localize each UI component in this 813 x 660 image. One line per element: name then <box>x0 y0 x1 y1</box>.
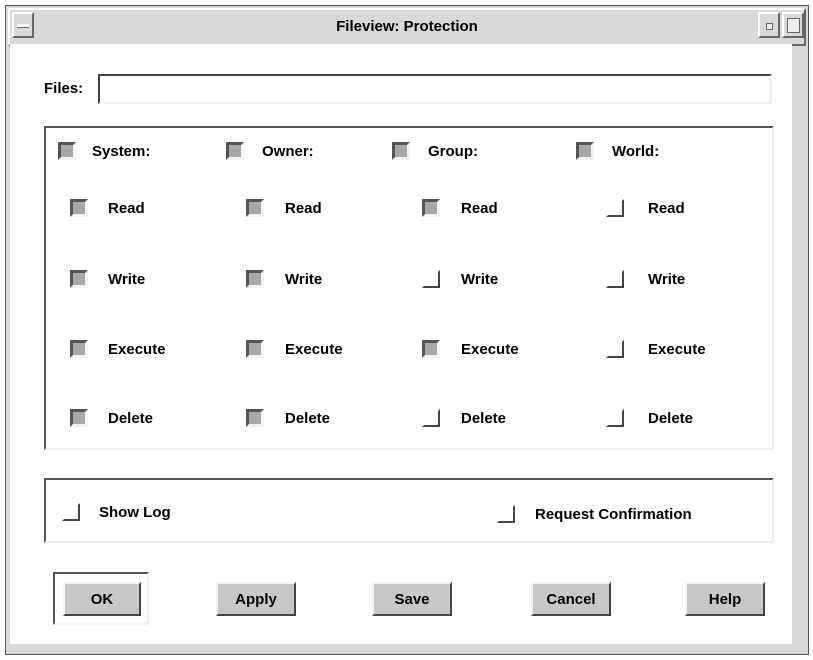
system-delete-checkbox[interactable] <box>70 409 88 427</box>
world-read-label: Read <box>648 200 685 217</box>
system-execute-label: Execute <box>108 341 166 358</box>
show-log-label: Show Log <box>99 504 171 521</box>
group-execute-label: Execute <box>461 341 519 358</box>
title-bar[interactable]: Fileview: Protection <box>8 8 806 46</box>
owner-checkbox[interactable] <box>226 142 244 160</box>
request-confirmation-label: Request Confirmation <box>535 506 692 523</box>
system-execute-checkbox[interactable] <box>70 340 88 358</box>
group-read-checkbox[interactable] <box>422 199 440 217</box>
owner-delete-checkbox[interactable] <box>246 409 264 427</box>
show-log-checkbox[interactable] <box>62 503 80 521</box>
group-delete-label: Delete <box>461 410 507 427</box>
owner-read-label: Read <box>285 200 322 217</box>
group-read-label: Read <box>461 200 498 217</box>
group-checkbox[interactable] <box>392 142 410 160</box>
group-write-label: Write <box>461 271 499 288</box>
world-read-checkbox[interactable] <box>606 199 624 217</box>
minimize-icon[interactable] <box>758 12 780 38</box>
system-write-label: Write <box>108 271 146 288</box>
world-label: World: <box>612 143 660 160</box>
files-input[interactable] <box>98 74 772 104</box>
save-button[interactable]: Save <box>372 582 452 616</box>
system-label: System: <box>92 143 151 160</box>
help-button[interactable]: Help <box>685 582 765 616</box>
owner-write-checkbox[interactable] <box>246 270 264 288</box>
owner-read-checkbox[interactable] <box>246 199 264 217</box>
group-execute-checkbox[interactable] <box>422 340 440 358</box>
owner-write-label: Write <box>285 271 323 288</box>
world-write-label: Write <box>648 271 686 288</box>
world-delete-checkbox[interactable] <box>606 409 624 427</box>
owner-delete-label: Delete <box>285 410 331 427</box>
system-checkbox[interactable] <box>58 142 76 160</box>
request-confirmation-checkbox[interactable] <box>497 505 515 523</box>
group-delete-checkbox[interactable] <box>422 409 440 427</box>
system-read-label: Read <box>108 200 145 217</box>
apply-button[interactable]: Apply <box>216 582 296 616</box>
system-delete-label: Delete <box>108 410 154 427</box>
maximize-icon[interactable] <box>782 12 804 38</box>
owner-execute-label: Execute <box>285 341 343 358</box>
world-checkbox[interactable] <box>576 142 594 160</box>
files-label: Files: <box>44 80 84 97</box>
owner-execute-checkbox[interactable] <box>246 340 264 358</box>
group-label: Group: <box>428 143 478 160</box>
system-read-checkbox[interactable] <box>70 199 88 217</box>
cancel-button[interactable]: Cancel <box>531 582 611 616</box>
owner-label: Owner: <box>262 143 314 160</box>
window-title: Fileview: Protection <box>336 18 478 35</box>
group-write-checkbox[interactable] <box>422 270 440 288</box>
world-execute-checkbox[interactable] <box>606 340 624 358</box>
permissions-group <box>44 126 774 450</box>
world-write-checkbox[interactable] <box>606 270 624 288</box>
ok-button[interactable]: OK <box>63 582 141 616</box>
system-write-checkbox[interactable] <box>70 270 88 288</box>
world-delete-label: Delete <box>648 410 694 427</box>
world-execute-label: Execute <box>648 341 706 358</box>
